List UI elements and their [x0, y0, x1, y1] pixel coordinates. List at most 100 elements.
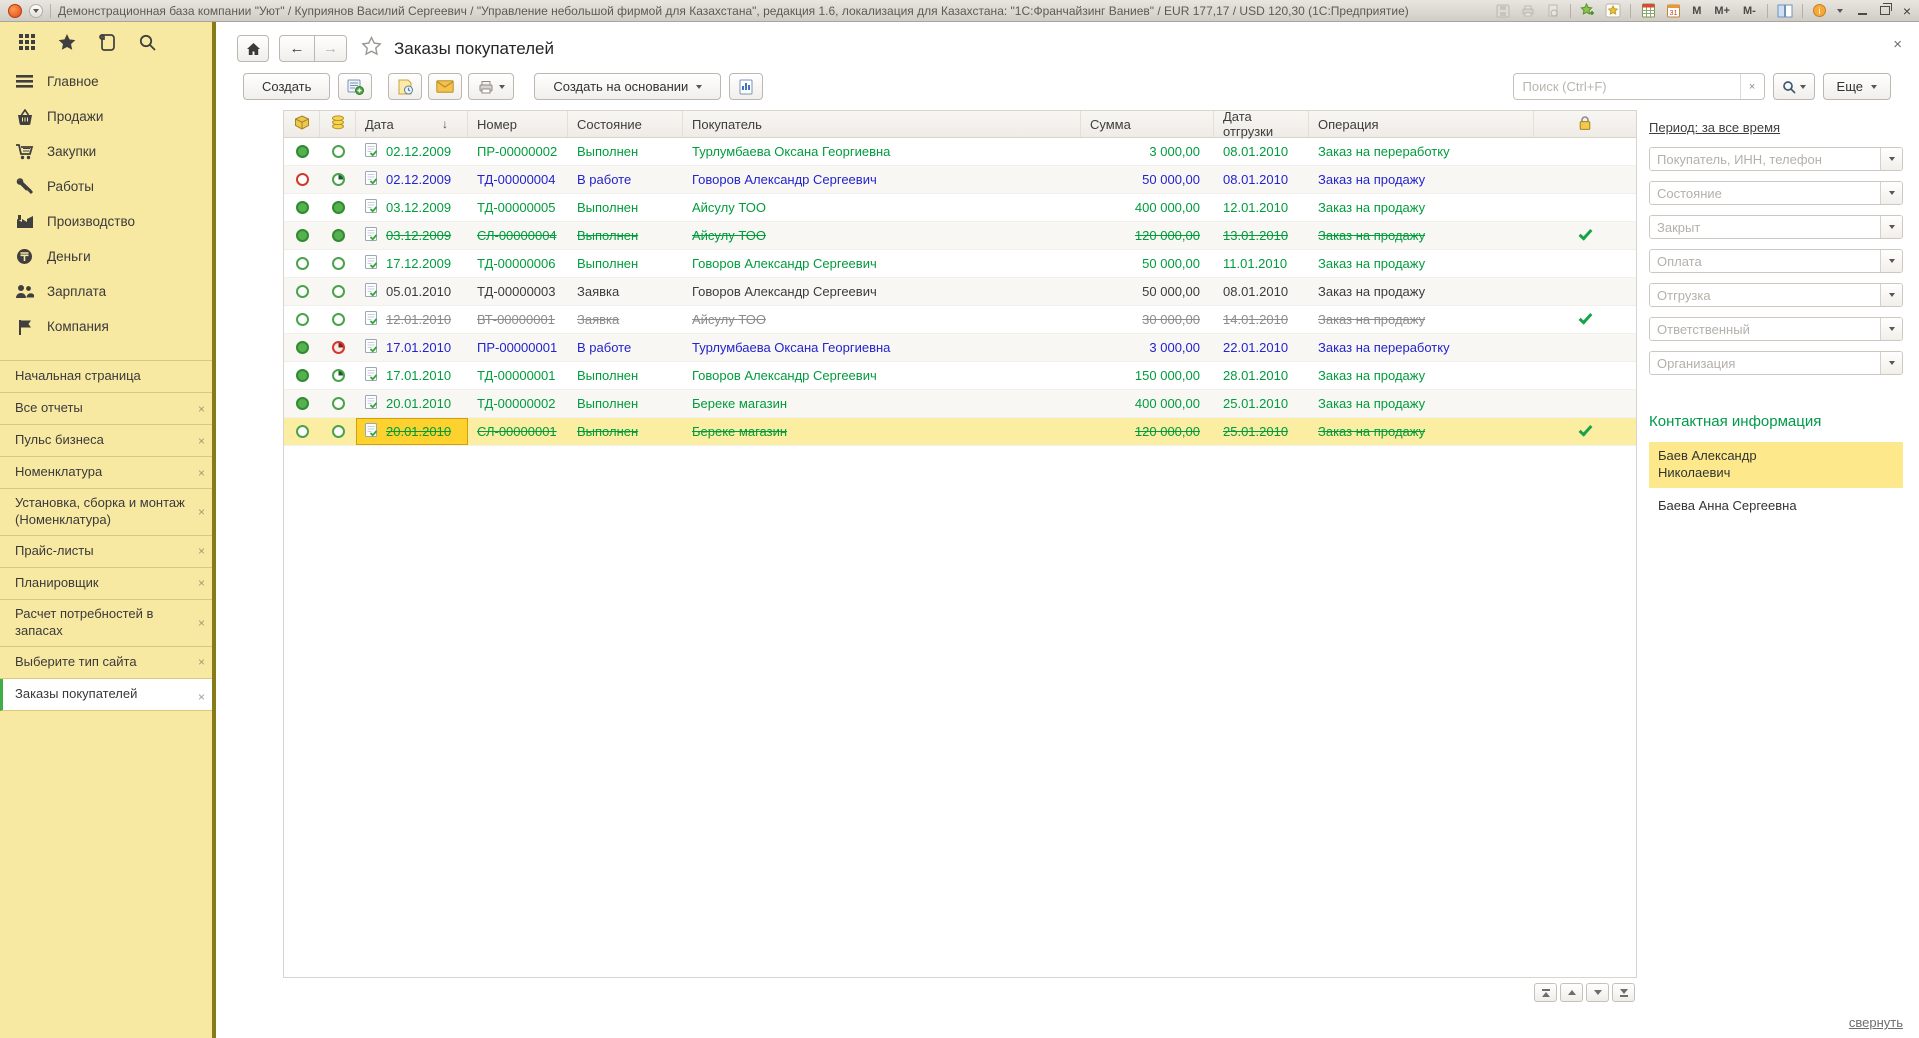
cell-shipment-status[interactable]	[284, 418, 320, 445]
print-icon[interactable]	[1520, 3, 1536, 19]
table-row[interactable]: 17.12.2009ТД-00000006ВыполненГоворов Але…	[284, 250, 1636, 278]
reports-button[interactable]	[729, 73, 763, 100]
sidebar-item-works[interactable]: Работы	[0, 169, 212, 204]
close-button[interactable]: ×	[1903, 4, 1911, 18]
column-header-buyer[interactable]: Покупатель	[683, 111, 1081, 137]
sidebar-item-sales[interactable]: Продажи	[0, 99, 212, 134]
cell-ship-date[interactable]: 25.01.2010	[1214, 418, 1309, 445]
cell-amount[interactable]: 120 000,00	[1081, 222, 1214, 249]
back-button[interactable]: ←	[279, 35, 315, 62]
cell-shipment-status[interactable]	[284, 138, 320, 165]
filter-dropdown-button[interactable]	[1880, 148, 1902, 170]
cell-payment-status[interactable]	[320, 250, 356, 277]
info-icon[interactable]: i	[1812, 3, 1828, 19]
create-copy-button[interactable]	[338, 73, 372, 100]
cell-amount[interactable]: 3 000,00	[1081, 334, 1214, 361]
cell-date[interactable]: 17.01.2010	[356, 334, 468, 361]
cell-ship-date[interactable]: 22.01.2010	[1214, 334, 1309, 361]
cell-buyer[interactable]: Турлумбаева Оксана Георгиевна	[683, 334, 1081, 361]
cell-amount[interactable]: 50 000,00	[1081, 166, 1214, 193]
cell-state[interactable]: Выполнен	[568, 138, 683, 165]
cell-state[interactable]: Выполнен	[568, 390, 683, 417]
favorites-icon[interactable]	[1605, 3, 1621, 19]
favorites-star-icon[interactable]	[57, 32, 77, 52]
cell-closed[interactable]	[1534, 138, 1636, 165]
filter-input[interactable]	[1650, 250, 1880, 272]
main-menu-button[interactable]	[29, 4, 43, 18]
search-clear-icon[interactable]	[1740, 74, 1764, 99]
cell-number[interactable]: ПР-00000002	[468, 138, 568, 165]
sidebar-tab-1[interactable]: Все отчеты×	[0, 393, 212, 425]
cell-buyer[interactable]: Говоров Александр Сергеевич	[683, 250, 1081, 277]
restore-button[interactable]	[1880, 6, 1890, 15]
forward-button[interactable]: →	[315, 35, 347, 62]
cell-date[interactable]: 03.12.2009	[356, 222, 468, 249]
cell-buyer[interactable]: Айсулу ТОО	[683, 222, 1081, 249]
cell-amount[interactable]: 30 000,00	[1081, 306, 1214, 333]
cell-number[interactable]: ТД-00000005	[468, 194, 568, 221]
cell-closed[interactable]	[1534, 390, 1636, 417]
print-list-button[interactable]	[468, 73, 514, 100]
column-header-date[interactable]: Дата↓	[356, 111, 468, 137]
collapse-link[interactable]: свернуть	[1849, 1015, 1903, 1032]
cell-payment-status[interactable]	[320, 222, 356, 249]
cell-amount[interactable]: 400 000,00	[1081, 390, 1214, 417]
cell-date[interactable]: 20.01.2010	[356, 390, 468, 417]
send-email-button[interactable]	[428, 73, 462, 100]
cell-number[interactable]: ТД-00000002	[468, 390, 568, 417]
cell-state[interactable]: Выполнен	[568, 222, 683, 249]
create-button[interactable]: Создать	[243, 73, 330, 100]
cell-payment-status[interactable]	[320, 418, 356, 445]
cell-amount[interactable]: 120 000,00	[1081, 418, 1214, 445]
cell-operation[interactable]: Заказ на продажу	[1309, 166, 1534, 193]
period-link[interactable]: Период: за все время	[1649, 120, 1903, 135]
column-header-operation[interactable]: Операция	[1309, 111, 1534, 137]
table-row[interactable]: 02.12.2009ТД-00000004В работеГоворов Але…	[284, 166, 1636, 194]
cell-number[interactable]: ТД-00000004	[468, 166, 568, 193]
cell-payment-status[interactable]	[320, 362, 356, 389]
list-nav-first-button[interactable]	[1534, 983, 1557, 1002]
table-row[interactable]: 20.01.2010ТД-00000002ВыполненБереке мага…	[284, 390, 1636, 418]
column-header-ship[interactable]	[284, 111, 320, 137]
column-header-pay[interactable]	[320, 111, 356, 137]
create-based-on-button[interactable]: Создать на основании	[534, 73, 721, 100]
cell-shipment-status[interactable]	[284, 222, 320, 249]
cell-shipment-status[interactable]	[284, 334, 320, 361]
sidebar-tab-6[interactable]: Планировщик×	[0, 568, 212, 600]
sidebar-item-money[interactable]: Деньги	[0, 239, 212, 274]
filter-input[interactable]	[1650, 182, 1880, 204]
cell-state[interactable]: Выполнен	[568, 362, 683, 389]
cell-closed[interactable]	[1534, 334, 1636, 361]
cell-shipment-status[interactable]	[284, 250, 320, 277]
tab-close-icon[interactable]: ×	[198, 577, 205, 589]
cell-state[interactable]: Выполнен	[568, 250, 683, 277]
filter-input[interactable]	[1650, 318, 1880, 340]
add-favorite-icon[interactable]	[1580, 3, 1596, 19]
filter-dropdown-button[interactable]	[1880, 318, 1902, 340]
cell-operation[interactable]: Заказ на переработку	[1309, 334, 1534, 361]
cell-closed[interactable]	[1534, 278, 1636, 305]
history-icon[interactable]	[97, 32, 117, 52]
more-button[interactable]: Еще	[1823, 73, 1891, 100]
sidebar-item-production[interactable]: Производство	[0, 204, 212, 239]
filter-input[interactable]	[1650, 284, 1880, 306]
sidebar-item-company[interactable]: Компания	[0, 309, 212, 344]
info-dropdown-icon[interactable]	[1837, 9, 1843, 13]
cell-shipment-status[interactable]	[284, 362, 320, 389]
print-preview-icon[interactable]	[1545, 3, 1561, 19]
table-row[interactable]: 12.01.2010ВТ-00000001ЗаявкаАйсулу ТОО30 …	[284, 306, 1636, 334]
cell-operation[interactable]: Заказ на продажу	[1309, 250, 1534, 277]
cell-number[interactable]: ТД-00000006	[468, 250, 568, 277]
cell-date[interactable]: 03.12.2009	[356, 194, 468, 221]
cell-payment-status[interactable]	[320, 278, 356, 305]
cell-buyer[interactable]: Турлумбаева Оксана Георгиевна	[683, 138, 1081, 165]
tab-close-icon[interactable]: ×	[198, 691, 205, 703]
sidebar-item-main[interactable]: Главное	[0, 64, 212, 99]
find-button[interactable]	[1773, 73, 1815, 100]
table-row[interactable]: 05.01.2010ТД-00000003ЗаявкаГоворов Алекс…	[284, 278, 1636, 306]
column-header-number[interactable]: Номер	[468, 111, 568, 137]
home-button[interactable]	[237, 35, 269, 62]
calculator-icon[interactable]	[1640, 3, 1656, 19]
memory-m-plus-button[interactable]: M+	[1712, 5, 1732, 17]
cell-closed[interactable]	[1534, 194, 1636, 221]
